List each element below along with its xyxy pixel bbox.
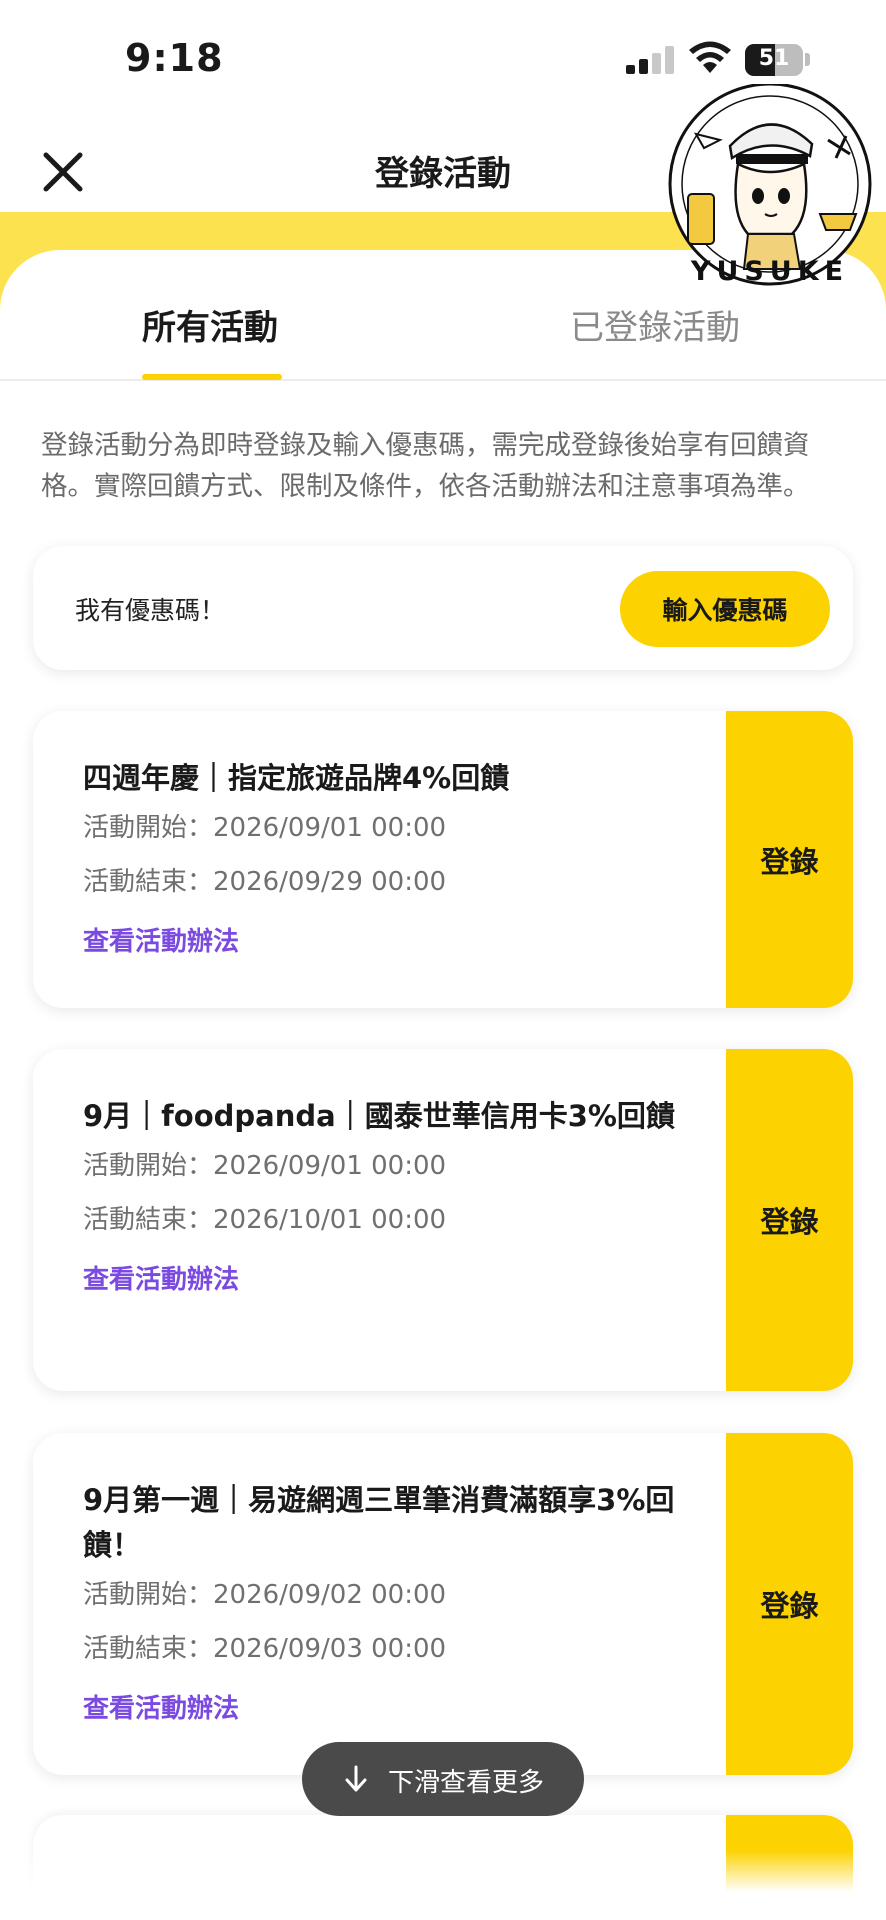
activity-title: 四週年慶｜指定旅遊品牌4%回饋 bbox=[83, 761, 510, 795]
scroll-more-hint[interactable]: 下滑查看更多 bbox=[302, 1742, 584, 1816]
status-time: 9:18 bbox=[125, 36, 224, 80]
activity-end: 活動結束：2026/09/03 00:00 bbox=[83, 1634, 447, 1664]
scroll-more-label: 下滑查看更多 bbox=[388, 1768, 545, 1798]
battery-percent: 51 bbox=[758, 46, 790, 71]
activity-card: 9月｜foodpanda｜國泰世華信用卡3%回饋 活動開始：2026/09/01… bbox=[33, 1049, 853, 1391]
register-button[interactable]: 登錄 bbox=[726, 1049, 853, 1391]
wifi-icon bbox=[689, 41, 731, 73]
activity-title: 9月第一週｜易遊網週三單筆消費滿額享3%回饋！ bbox=[83, 1483, 675, 1562]
yusuke-sticker: YUSUKE bbox=[660, 82, 880, 304]
activity-card: 四週年慶｜指定旅遊品牌4%回饋 活動開始：2026/09/01 00:00 活動… bbox=[33, 711, 853, 1008]
active-tab-indicator bbox=[142, 374, 282, 380]
sticker-text: YUSUKE bbox=[690, 256, 850, 287]
tab-all-activities[interactable]: 所有活動 bbox=[142, 300, 278, 349]
battery-icon: 51 bbox=[745, 44, 803, 76]
view-rules-link[interactable]: 查看活動辦法 bbox=[83, 927, 723, 957]
register-button[interactable]: 登錄 bbox=[726, 1433, 853, 1775]
activity-card: 9月第一週｜易遊網週三單筆消費滿額享3%回饋！ 活動開始：2026/09/02 … bbox=[33, 1433, 853, 1775]
arrow-down-icon bbox=[345, 1765, 367, 1792]
tab-registered-activities[interactable]: 已登錄活動 bbox=[570, 300, 740, 349]
activity-end: 活動結束：2026/09/29 00:00 bbox=[83, 867, 447, 897]
register-button[interactable]: 登錄 bbox=[726, 711, 853, 1008]
battery-cap bbox=[805, 53, 810, 66]
activity-title: 9月｜foodpanda｜國泰世華信用卡3%回饋 bbox=[83, 1099, 675, 1133]
cellular-signal-icon bbox=[626, 46, 674, 74]
activity-start: 活動開始：2026/09/01 00:00 bbox=[83, 813, 447, 843]
activity-end: 活動結束：2026/10/01 00:00 bbox=[83, 1205, 447, 1235]
view-rules-link[interactable]: 查看活動辦法 bbox=[83, 1694, 723, 1724]
promo-label: 我有優惠碼！ bbox=[75, 596, 226, 625]
activity-start: 活動開始：2026/09/01 00:00 bbox=[83, 1151, 447, 1181]
activity-start: 活動開始：2026/09/02 00:00 bbox=[83, 1580, 447, 1610]
enter-promo-code-button[interactable]: 輸入優惠碼 bbox=[620, 571, 830, 647]
promo-code-card: 我有優惠碼！ 輸入優惠碼 bbox=[33, 546, 853, 670]
bottom-fade bbox=[0, 1850, 886, 1920]
view-rules-link[interactable]: 查看活動辦法 bbox=[83, 1265, 723, 1295]
intro-text: 登錄活動分為即時登錄及輸入優惠碼，需完成登錄後始享有回饋資格。實際回饋方式、限制… bbox=[41, 430, 810, 502]
